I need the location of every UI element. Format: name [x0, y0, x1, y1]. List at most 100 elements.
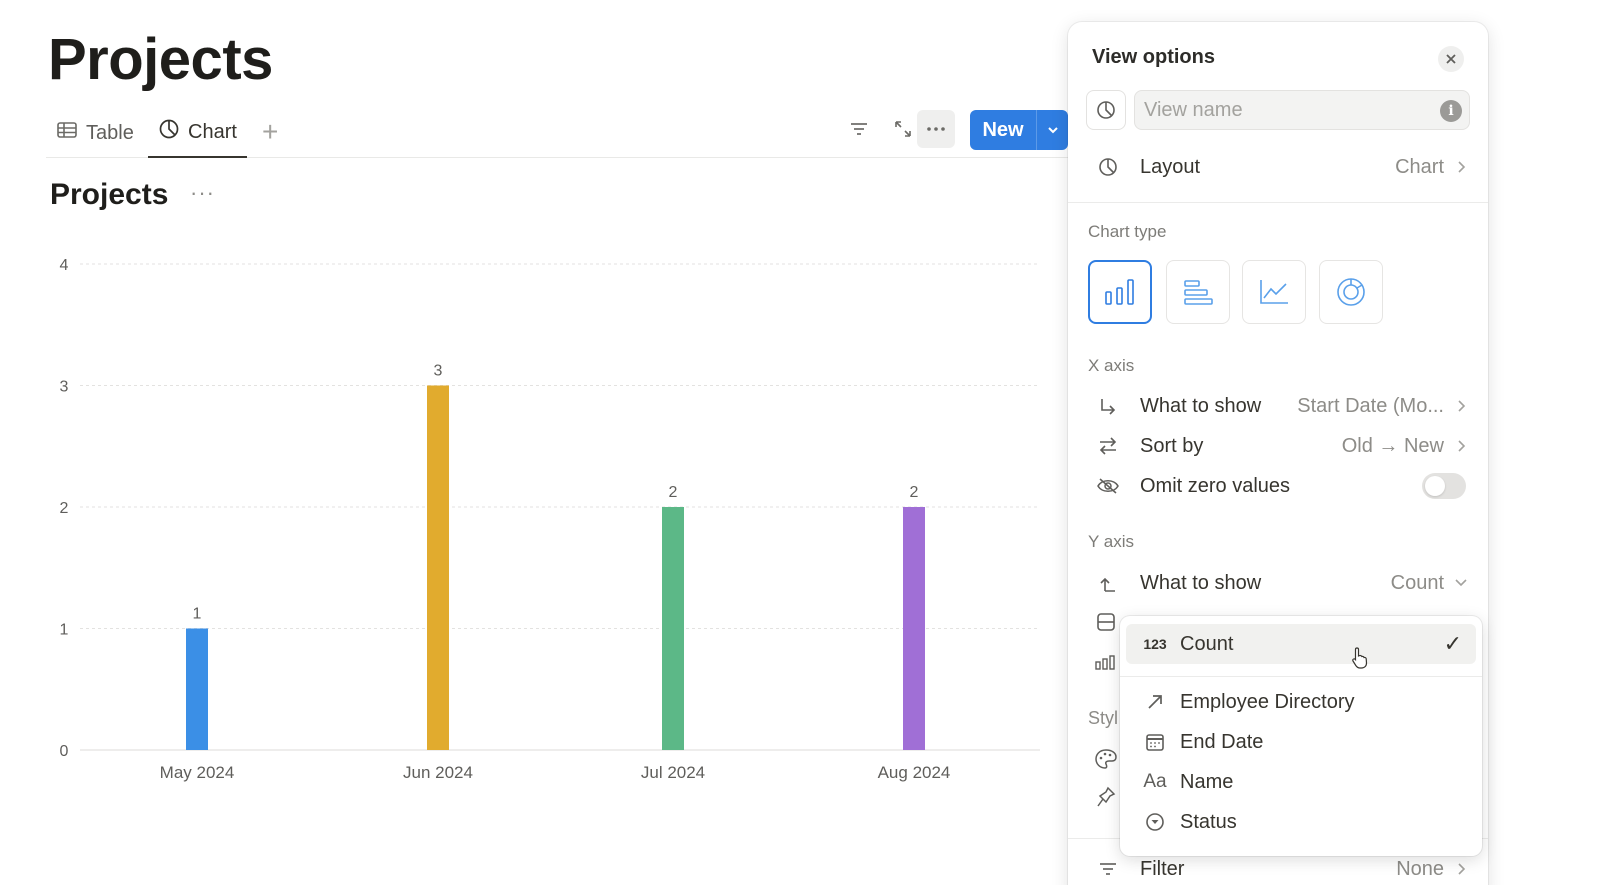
bar-data-icon: [1094, 654, 1118, 675]
sort-by-value: Old → New: [1341, 434, 1444, 457]
bar: [186, 628, 208, 750]
dropdown-item-label: Status: [1180, 810, 1237, 833]
data-label: 2: [910, 484, 919, 501]
chart-title: Projects: [50, 178, 169, 211]
group-by-icon: [1096, 612, 1116, 637]
close-icon[interactable]: [1438, 46, 1464, 72]
y-axis-label: Y axis: [1088, 532, 1134, 551]
chevron-down-icon[interactable]: [1037, 123, 1068, 137]
more-options-icon[interactable]: [917, 110, 955, 148]
dropdown-item-status[interactable]: Status: [1126, 802, 1476, 842]
donut-chart-option[interactable]: [1319, 260, 1383, 324]
chevron-right-icon: [1452, 862, 1470, 876]
tab-table[interactable]: Table: [46, 108, 144, 158]
chevron-down-icon: [1452, 578, 1470, 588]
line-chart-icon: [1260, 280, 1288, 304]
horizontal-bar-chart-option[interactable]: [1166, 260, 1230, 324]
dropdown-item-label: End Date: [1180, 730, 1264, 753]
sort-by-row[interactable]: Sort by Old → New: [1082, 427, 1474, 465]
divider: [1120, 676, 1482, 677]
chevron-right-icon: [1452, 439, 1470, 453]
bar-chart: 0 1 2 3 4 1 May 2024 3 Jun 2024 2 Jul 2024 2 Aug 202…: [60, 257, 1040, 782]
filter-value: None: [1396, 857, 1444, 880]
vertical-bar-icon: [1105, 279, 1134, 305]
y-axis-arrow-icon: [1088, 573, 1128, 593]
panel-title: View options: [1092, 46, 1215, 68]
x-what-to-show-value: Start Date (Mo...: [1297, 394, 1444, 417]
info-icon[interactable]: i: [1440, 100, 1462, 122]
relation-arrow-icon: [1138, 693, 1172, 711]
x-axis-arrow-icon: [1088, 396, 1128, 416]
filter-icon[interactable]: [840, 110, 878, 148]
omit-zero-label: Omit zero values: [1140, 474, 1291, 497]
x-what-to-show-row[interactable]: What to show Start Date (Mo...: [1082, 387, 1474, 425]
y-what-to-show-row[interactable]: What to show Count: [1082, 564, 1474, 602]
sort-by-label: Sort by: [1140, 434, 1204, 457]
x-axis-label: X axis: [1088, 356, 1135, 375]
add-view-icon[interactable]: +: [262, 116, 278, 148]
dropdown-item-label: Name: [1180, 770, 1234, 793]
swap-arrows-icon: [1088, 436, 1128, 456]
layout-label: Layout: [1140, 155, 1201, 178]
page-title: Projects: [48, 27, 273, 92]
y-tick-label: 3: [60, 379, 69, 396]
dropdown-item-employee-directory[interactable]: Employee Directory: [1126, 682, 1476, 722]
dropdown-item-name[interactable]: Aa Name: [1126, 762, 1476, 802]
eye-off-icon: [1088, 476, 1128, 496]
line-chart-option[interactable]: [1242, 260, 1306, 324]
dropdown-item-label: Count: [1180, 632, 1234, 655]
tab-table-label: Table: [86, 121, 134, 144]
tab-chart[interactable]: Chart: [148, 108, 247, 158]
dropdown-item-end-date[interactable]: End Date: [1126, 722, 1476, 762]
bar: [662, 507, 684, 750]
x-tick-label: Aug 2024: [878, 763, 951, 782]
donut-chart-icon: [1337, 278, 1365, 306]
data-label: 3: [434, 363, 443, 380]
y-axis-property-dropdown: 123 Count ✓ Employee Directory End Date …: [1120, 616, 1482, 856]
x-what-to-show-label: What to show: [1140, 394, 1262, 417]
bar: [903, 507, 925, 750]
vertical-bar-chart-option[interactable]: [1088, 260, 1152, 324]
y-what-to-show-value: Count: [1390, 571, 1444, 594]
hand-cursor-icon: [1350, 646, 1370, 675]
palette-icon: [1094, 748, 1118, 775]
x-tick-label: May 2024: [160, 763, 235, 782]
horizontal-bar-icon: [1184, 280, 1213, 305]
chart-type-label: Chart type: [1088, 222, 1167, 241]
bar: [427, 385, 449, 750]
filter-icon: [1088, 859, 1128, 879]
new-button[interactable]: New: [970, 110, 1068, 150]
y-what-to-show-label: What to show: [1140, 571, 1262, 594]
y-tick-label: 4: [60, 257, 69, 274]
omit-zero-toggle[interactable]: [1422, 473, 1466, 499]
y-tick-label: 2: [60, 500, 69, 517]
data-label: 2: [669, 484, 678, 501]
number-icon: 123: [1143, 636, 1167, 652]
new-button-label: New: [982, 118, 1024, 141]
layout-row[interactable]: Layout Chart: [1082, 148, 1474, 186]
status-icon: [1138, 812, 1172, 832]
checkmark-icon: ✓: [1443, 631, 1462, 656]
chevron-right-icon: [1452, 160, 1470, 174]
chart-icon: [1097, 101, 1115, 119]
dropdown-item-label: Employee Directory: [1180, 690, 1355, 713]
x-tick-label: Jul 2024: [641, 763, 705, 782]
x-tick-label: Jun 2024: [403, 763, 473, 782]
data-label: 1: [193, 606, 202, 623]
layout-value: Chart: [1395, 155, 1444, 178]
calendar-icon: [1138, 732, 1172, 752]
omit-zero-row: Omit zero values: [1082, 467, 1474, 505]
divider: [1068, 202, 1488, 203]
table-icon: [56, 119, 78, 147]
pin-icon: [1096, 786, 1116, 813]
view-name-input[interactable]: [1134, 90, 1470, 130]
tab-chart-label: Chart: [188, 120, 237, 143]
y-tick-label: 1: [60, 622, 69, 639]
chart-icon: [158, 118, 180, 146]
dropdown-item-count[interactable]: 123 Count ✓: [1126, 624, 1476, 664]
chevron-right-icon: [1452, 399, 1470, 413]
chart-more-icon[interactable]: ···: [190, 180, 215, 206]
text-property-icon: Aa: [1143, 771, 1167, 792]
style-section-label: Styl: [1088, 708, 1119, 728]
view-icon-picker[interactable]: [1086, 90, 1126, 130]
